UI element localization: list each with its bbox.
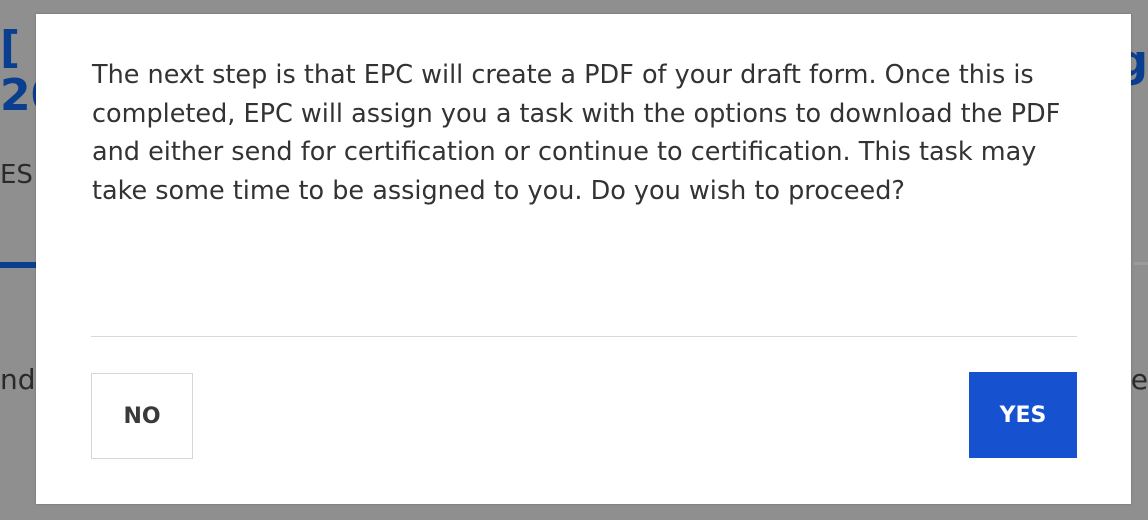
- dialog-message: The next step is that EPC will create a …: [92, 60, 1061, 206]
- confirmation-dialog: The next step is that EPC will create a …: [36, 14, 1131, 504]
- dialog-divider: [91, 336, 1077, 337]
- background-tab-fragment: ES: [0, 160, 33, 190]
- background-page-title-fragment: [: [0, 22, 21, 73]
- no-button[interactable]: NO: [91, 373, 193, 459]
- background-divider: [1134, 262, 1148, 265]
- yes-button[interactable]: YES: [969, 372, 1077, 458]
- background-active-tab-underline: [0, 262, 38, 268]
- background-text-fragment: e: [1130, 363, 1148, 396]
- background-text-fragment: nd: [0, 363, 36, 396]
